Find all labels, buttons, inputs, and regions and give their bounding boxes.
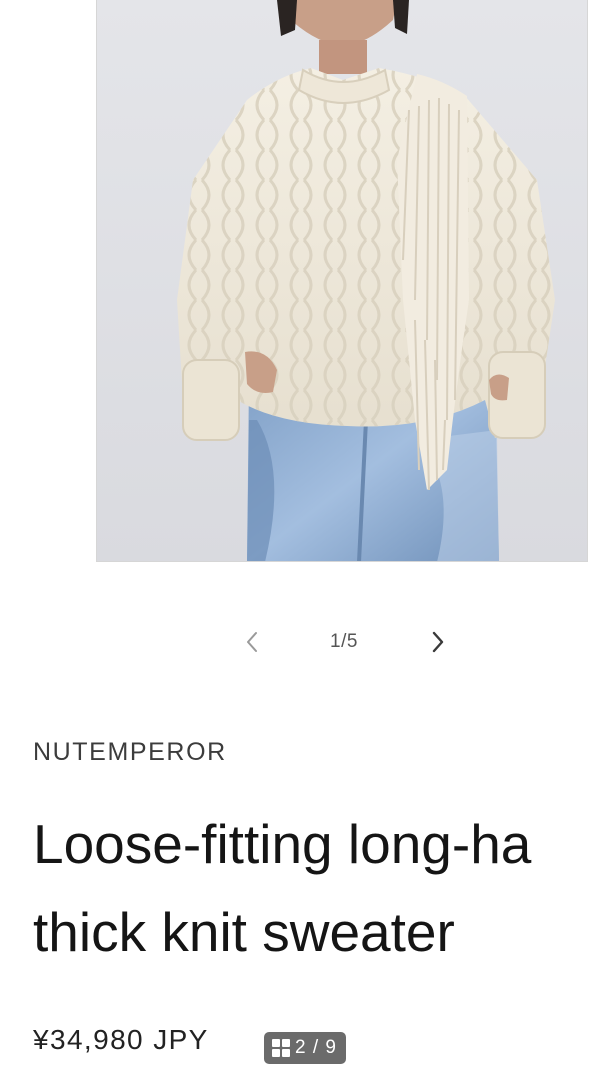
product-price: ¥34,980 JPY [33,1024,209,1055]
product-title-line-1: Loose-fitting long-ha [33,813,532,875]
brand-name: NUTEMPEROR [33,738,227,766]
product-photo-illustration [97,0,587,561]
chevron-right-icon [432,631,444,653]
previous-image-button[interactable] [238,626,266,658]
product-title: Loose-fitting long-ha thick knit sweater [33,800,608,976]
product-image[interactable] [96,0,588,562]
next-image-button[interactable] [424,626,452,658]
gallery-count-badge[interactable]: 2 / 9 [264,1032,346,1064]
chevron-left-icon [247,632,257,652]
product-page: 1/5 NUTEMPEROR Loose-fitting long-ha thi… [0,0,608,1080]
product-title-line-2: thick knit sweater [33,901,455,963]
grid-icon [272,1039,290,1057]
image-counter: 1/5 [330,631,358,652]
gallery-count-label: 2 / 9 [295,1037,337,1058]
